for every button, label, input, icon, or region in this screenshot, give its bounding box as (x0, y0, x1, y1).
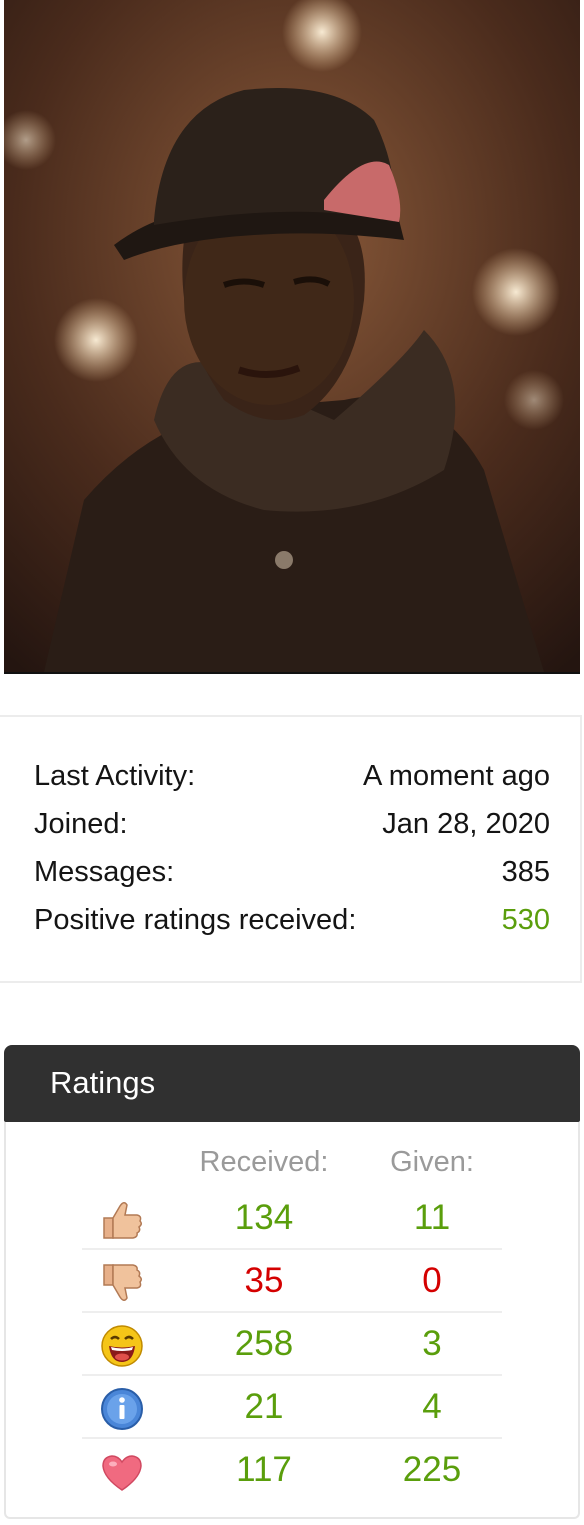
given-count[interactable]: 4 (347, 1387, 517, 1427)
ratings-title: Ratings (50, 1065, 156, 1100)
stat-label: Messages: (34, 855, 175, 888)
stat-positive-ratings: Positive ratings received: 530 (34, 902, 550, 938)
thumbs-up-icon (98, 1196, 146, 1244)
given-count[interactable]: 0 (347, 1261, 517, 1301)
stat-last-activity: Last Activity: A moment ago (34, 758, 550, 794)
stat-label: Last Activity: (34, 759, 196, 792)
given-column-header: Given: (390, 1146, 474, 1178)
rating-row-funny[interactable]: 258 3 (82, 1314, 502, 1376)
rating-row-informative[interactable]: 21 4 (82, 1377, 502, 1439)
given-count[interactable]: 11 (347, 1198, 517, 1238)
profile-stats (0, 715, 582, 983)
given-count[interactable]: 3 (347, 1324, 517, 1364)
stat-label: Positive ratings received: (34, 903, 357, 936)
heart-icon (98, 1448, 146, 1496)
received-column-header: Received: (199, 1146, 329, 1178)
thumbs-down-icon (98, 1259, 146, 1307)
stat-label: Joined: (34, 807, 128, 840)
stat-value: Jan 28, 2020 (382, 807, 550, 840)
stat-messages: Messages: 385 (34, 854, 550, 890)
laughing-face-icon (98, 1322, 146, 1370)
profile-avatar[interactable] (4, 0, 580, 674)
avatar-photo (4, 0, 580, 672)
stat-value: 530 (501, 903, 550, 936)
info-icon (98, 1385, 146, 1433)
rating-row-love[interactable]: 117 225 (82, 1440, 502, 1502)
stat-value: A moment ago (363, 759, 550, 792)
rating-row-like[interactable]: 134 11 (82, 1188, 502, 1250)
stat-joined: Joined: Jan 28, 2020 (34, 806, 550, 842)
received-count[interactable]: 258 (179, 1324, 349, 1364)
rating-row-dislike[interactable]: 35 0 (82, 1251, 502, 1313)
received-count[interactable]: 134 (179, 1198, 349, 1238)
ratings-header: Ratings (4, 1045, 580, 1122)
received-count[interactable]: 21 (179, 1387, 349, 1427)
received-count[interactable]: 35 (179, 1261, 349, 1301)
received-count[interactable]: 117 (179, 1450, 349, 1490)
given-count[interactable]: 225 (347, 1450, 517, 1490)
stat-value[interactable]: 385 (502, 856, 550, 889)
